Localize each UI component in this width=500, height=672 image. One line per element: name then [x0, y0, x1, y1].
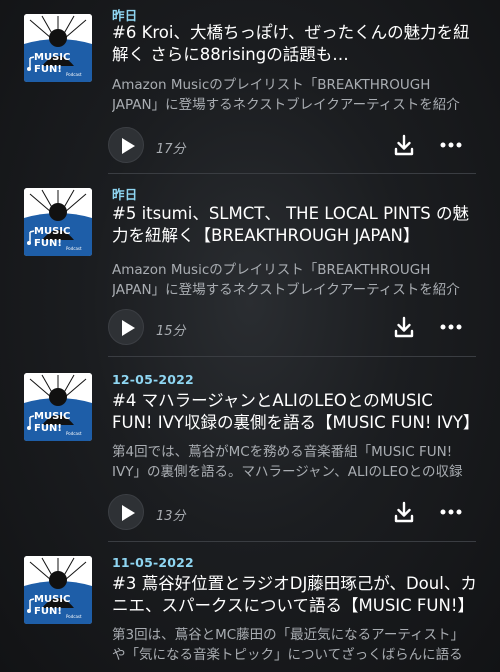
play-icon: [122, 138, 135, 154]
play-button[interactable]: [108, 309, 144, 345]
episode-thumbnail[interactable]: [24, 373, 92, 441]
podcast-artwork: [24, 373, 92, 441]
divider: [108, 356, 476, 357]
episode-thumbnail[interactable]: [24, 188, 92, 256]
more-icon: [440, 509, 462, 515]
more-icon: [440, 142, 462, 148]
episode-title[interactable]: #4 マハラージャンとALIのLEOとのMUSIC FUN! IVY収録の裏側を…: [112, 390, 478, 434]
episode-title[interactable]: #3 蔦谷好位置とラジオDJ藤田琢己が、Doul、カニエ、スパークスについて語る…: [112, 573, 478, 617]
play-button[interactable]: [108, 494, 144, 530]
podcast-artwork: [24, 556, 92, 624]
play-button[interactable]: [108, 127, 144, 163]
more-options-button[interactable]: [438, 315, 464, 339]
episode-description: 第3回は、蔦谷とMC藤田の「最近気になるアーティスト」や「気になる音楽トピック」…: [112, 627, 465, 663]
podcast-artwork: [24, 14, 92, 82]
episode-item[interactable]: 12-05-2022 #4 マハラージャンとALIのLEOとのMUSIC FUN…: [0, 365, 500, 541]
episode-title[interactable]: #6 Kroi、大橋ちっぽけ、ぜったくんの魅力を紐解く さらに88risingの…: [112, 22, 478, 66]
episode-title[interactable]: #5 itsumi、SLMCT、 THE LOCAL PINTS の魅力を紐解く…: [112, 203, 478, 247]
download-button[interactable]: [392, 315, 416, 339]
divider: [108, 541, 476, 542]
download-button[interactable]: [392, 500, 416, 524]
episode-date: 12-05-2022: [112, 372, 194, 387]
episode-description: Amazon Musicのプレイリスト「BREAKTHROUGH JAPAN」に…: [112, 262, 460, 298]
play-icon: [122, 320, 135, 336]
more-icon: [440, 324, 462, 330]
podcast-artwork: [24, 188, 92, 256]
more-options-button[interactable]: [438, 133, 464, 157]
episode-item[interactable]: 昨日 #6 Kroi、大橋ちっぽけ、ぜったくんの魅力を紐解く さらに88risi…: [0, 0, 500, 172]
download-button[interactable]: [392, 133, 416, 157]
more-options-button[interactable]: [438, 500, 464, 524]
episode-date: 昨日: [112, 187, 138, 202]
divider: [108, 173, 476, 174]
episode-thumbnail[interactable]: [24, 14, 92, 82]
download-icon: [394, 501, 414, 523]
download-icon: [394, 134, 414, 156]
episode-description: Amazon Musicのプレイリスト「BREAKTHROUGH JAPAN」に…: [112, 77, 460, 113]
episode-duration: 15分: [156, 324, 186, 339]
episode-item[interactable]: 昨日 #5 itsumi、SLMCT、 THE LOCAL PINTS の魅力を…: [0, 181, 500, 355]
episode-date: 11-05-2022: [112, 555, 194, 570]
episode-thumbnail[interactable]: [24, 556, 92, 624]
episode-item[interactable]: 11-05-2022 #3 蔦谷好位置とラジオDJ藤田琢己が、Doul、カニエ、…: [0, 549, 500, 672]
play-icon: [122, 505, 135, 521]
download-icon: [394, 316, 414, 338]
episode-duration: 17分: [156, 142, 186, 157]
episode-description: 第4回では、蔦谷がMCを務める音楽番組「MUSIC FUN! IVY」の裏側を語…: [112, 444, 463, 480]
episode-duration: 13分: [156, 509, 186, 524]
